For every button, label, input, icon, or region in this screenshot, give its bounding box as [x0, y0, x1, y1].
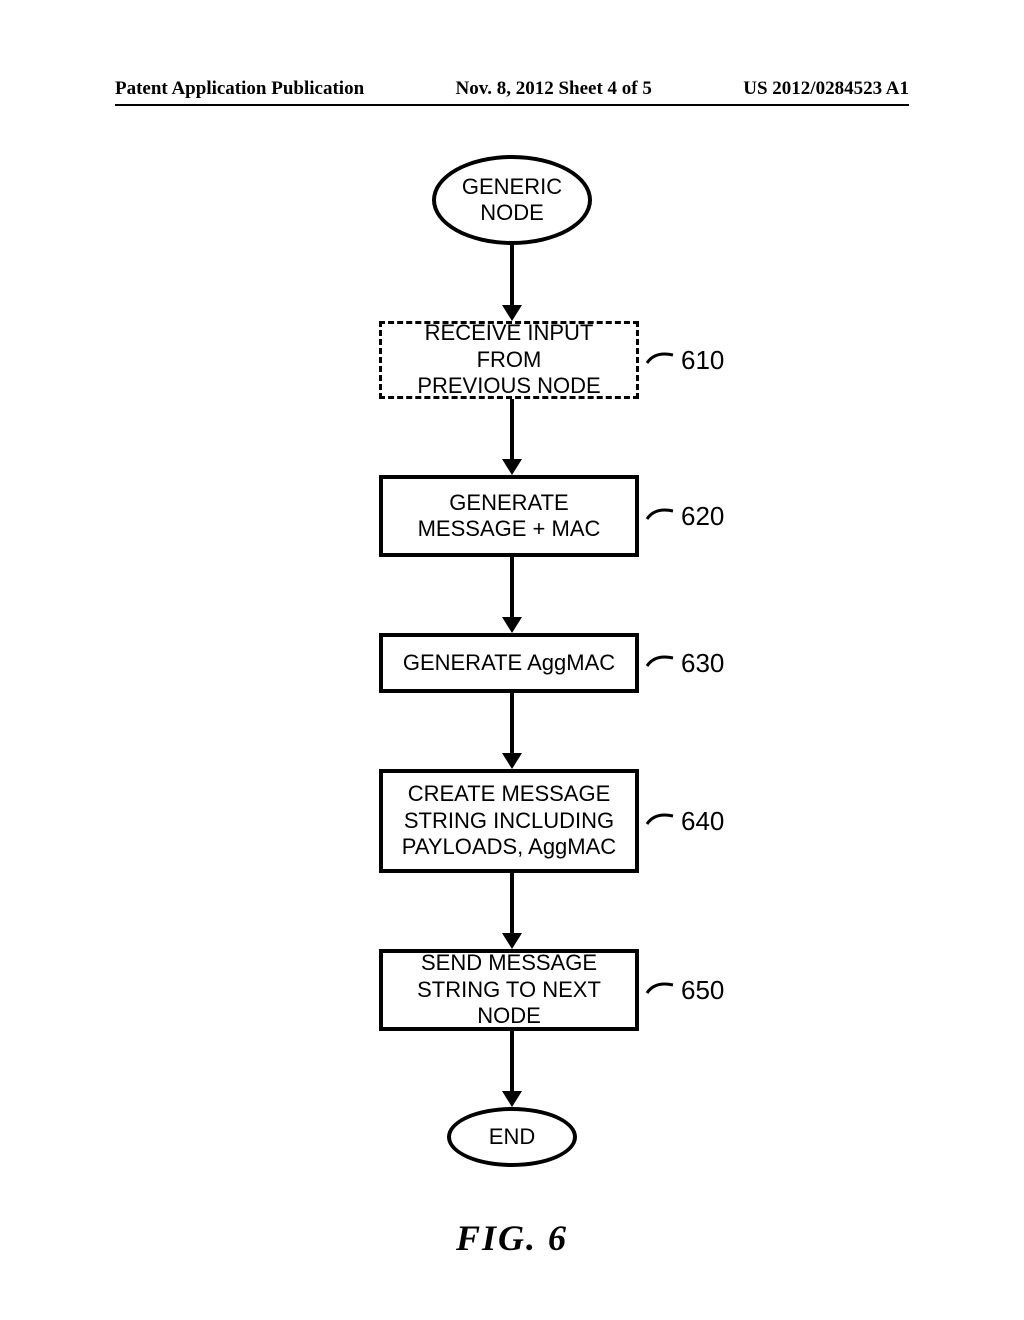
ref-label-650: 650: [645, 975, 755, 1006]
header-center: Nov. 8, 2012 Sheet 4 of 5: [456, 78, 652, 100]
ref-label-620: 620: [645, 501, 755, 532]
figure-caption: FIG. 6: [456, 1217, 568, 1259]
process-box-620: GENERATE MESSAGE + MAC: [379, 475, 639, 557]
step-line2: STRING INCLUDING: [404, 808, 614, 834]
process-box-630: GENERATE AggMAC: [379, 633, 639, 693]
arrow-head-icon: [502, 305, 522, 321]
process-box-640: CREATE MESSAGE STRING INCLUDING PAYLOADS…: [379, 769, 639, 873]
step-line1: RECEIVE INPUT FROM: [396, 320, 622, 373]
leader-curve-icon: [645, 345, 679, 375]
leader-curve-icon: [645, 648, 679, 678]
page-header: Patent Application Publication Nov. 8, 2…: [115, 78, 909, 100]
ref-number: 610: [681, 345, 724, 376]
arrow-stem: [510, 693, 514, 753]
arrow-stem: [510, 557, 514, 617]
header-left: Patent Application Publication: [115, 78, 364, 100]
step-line3: PAYLOADS, AggMAC: [402, 834, 616, 860]
arrow: [502, 399, 522, 475]
process-box-610: RECEIVE INPUT FROM PREVIOUS NODE: [379, 321, 639, 399]
end-label: END: [489, 1124, 535, 1150]
arrow: [502, 693, 522, 769]
flowchart: GENERIC NODE RECEIVE INPUT FROM PREVIOUS…: [0, 155, 1024, 1259]
step-line1: SEND MESSAGE: [421, 950, 597, 976]
step-line2: MESSAGE + MAC: [418, 516, 601, 542]
ref-label-630: 630: [645, 648, 755, 679]
step-610-row: RECEIVE INPUT FROM PREVIOUS NODE 610: [269, 321, 755, 399]
arrow-head-icon: [502, 1091, 522, 1107]
step-line1: GENERATE: [449, 490, 568, 516]
end-terminator: END: [447, 1107, 577, 1167]
ref-number: 640: [681, 806, 724, 837]
start-line2: NODE: [480, 200, 544, 226]
leader-curve-icon: [645, 975, 679, 1005]
arrow: [502, 1031, 522, 1107]
process-box-650: SEND MESSAGE STRING TO NEXT NODE: [379, 949, 639, 1031]
header-right: US 2012/0284523 A1: [743, 78, 909, 100]
arrow: [502, 873, 522, 949]
leader-curve-icon: [645, 806, 679, 836]
step-line1: CREATE MESSAGE: [408, 781, 611, 807]
step-630-row: GENERATE AggMAC 630: [269, 633, 755, 693]
step-line2: PREVIOUS NODE: [417, 373, 600, 399]
end-node-row: END: [337, 1107, 687, 1167]
arrow: [502, 245, 522, 321]
ref-label-610: 610: [645, 345, 755, 376]
ref-number: 620: [681, 501, 724, 532]
arrow: [502, 557, 522, 633]
step-line2: STRING TO NEXT NODE: [397, 977, 621, 1030]
leader-curve-icon: [645, 501, 679, 531]
arrow-head-icon: [502, 933, 522, 949]
arrow-stem: [510, 1031, 514, 1091]
step-620-row: GENERATE MESSAGE + MAC 620: [269, 475, 755, 557]
arrow-stem: [510, 245, 514, 305]
header-rule: [115, 104, 909, 106]
step-640-row: CREATE MESSAGE STRING INCLUDING PAYLOADS…: [269, 769, 755, 873]
arrow-head-icon: [502, 459, 522, 475]
ref-number: 650: [681, 975, 724, 1006]
start-line1: GENERIC: [462, 174, 562, 200]
start-terminator: GENERIC NODE: [432, 155, 592, 245]
arrow-head-icon: [502, 617, 522, 633]
ref-label-640: 640: [645, 806, 755, 837]
page: Patent Application Publication Nov. 8, 2…: [0, 0, 1024, 1320]
arrow-stem: [510, 399, 514, 459]
start-node-row: GENERIC NODE: [322, 155, 702, 245]
ref-number: 630: [681, 648, 724, 679]
step-650-row: SEND MESSAGE STRING TO NEXT NODE 650: [269, 949, 755, 1031]
arrow-stem: [510, 873, 514, 933]
arrow-head-icon: [502, 753, 522, 769]
step-line1: GENERATE AggMAC: [403, 650, 615, 676]
